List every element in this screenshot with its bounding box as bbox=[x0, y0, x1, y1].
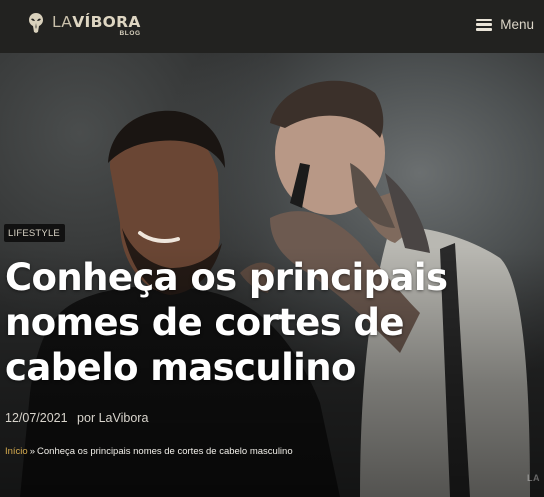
logo-sub: BLOG bbox=[119, 30, 141, 37]
author-prefix: por bbox=[77, 411, 96, 425]
breadcrumb-separator: » bbox=[29, 446, 36, 457]
category-badge[interactable]: LIFESTYLE bbox=[4, 224, 65, 242]
breadcrumb-home-link[interactable]: Início bbox=[5, 446, 28, 457]
hamburger-icon bbox=[476, 18, 493, 31]
snake-head-icon bbox=[29, 13, 43, 33]
site-logo[interactable]: LAVÍBORA BLOG bbox=[25, 12, 141, 40]
breadcrumb: Início» Conheça os principais nomes de co… bbox=[5, 446, 293, 457]
logo-main: VÍBORA bbox=[72, 13, 141, 31]
author-link[interactable]: LaVibora bbox=[99, 411, 149, 425]
menu-button[interactable]: Menu bbox=[476, 17, 534, 32]
logo-prefix: LA bbox=[52, 13, 73, 31]
post-meta: 12/07/2021 por LaVibora bbox=[5, 411, 148, 425]
breadcrumb-current: Conheça os principais nomes de cortes de… bbox=[37, 446, 293, 457]
site-header: LAVÍBORA BLOG Menu bbox=[0, 0, 544, 53]
post-date: 12/07/2021 bbox=[5, 411, 68, 425]
image-watermark: LA bbox=[527, 473, 540, 483]
menu-label: Menu bbox=[500, 17, 534, 32]
post-title: Conheça os principais nomes de cortes de… bbox=[5, 256, 448, 389]
